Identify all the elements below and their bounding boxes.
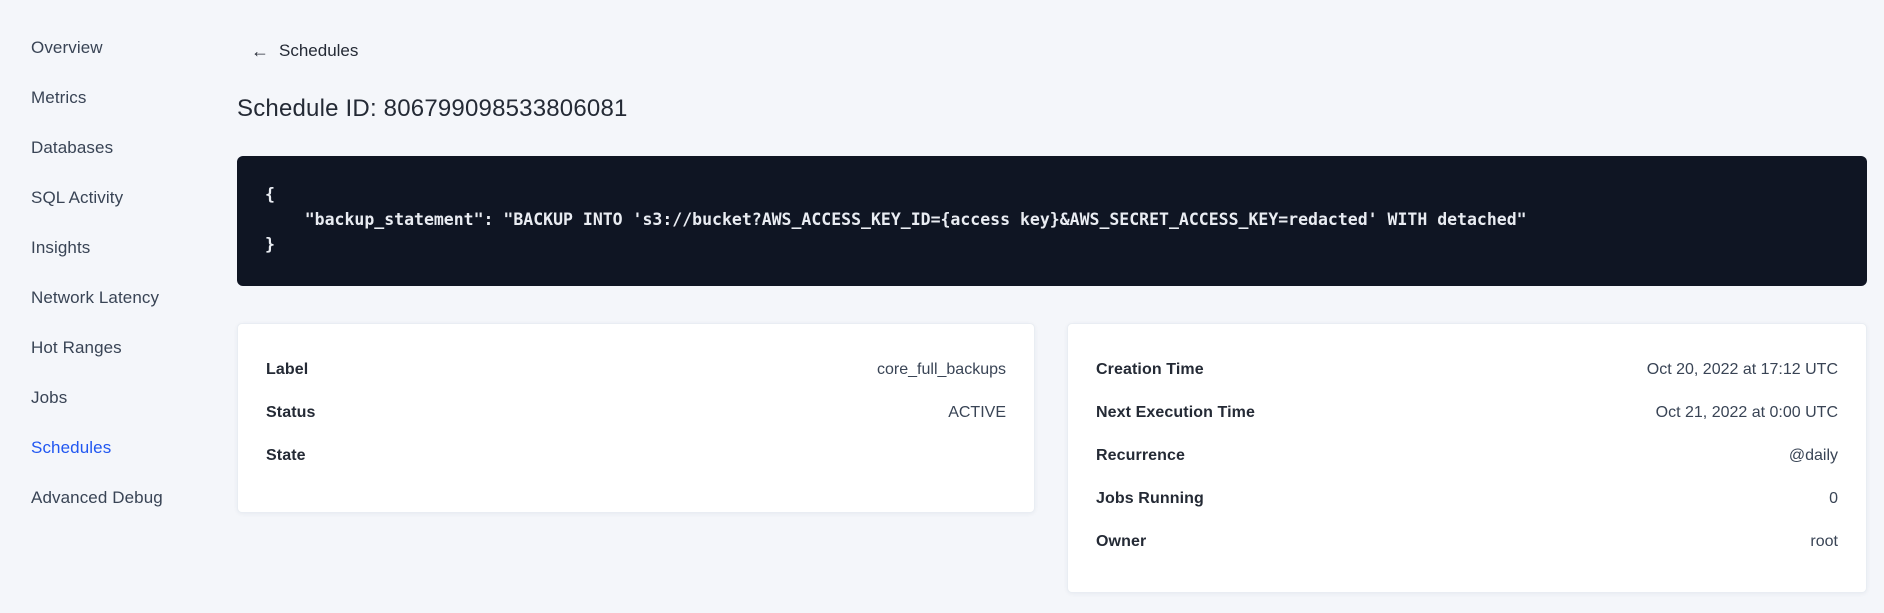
- row-value: Oct 20, 2022 at 17:12 UTC: [1646, 360, 1838, 378]
- back-arrow-icon: ←: [251, 41, 269, 61]
- sidebar-item-databases[interactable]: Databases: [31, 123, 237, 173]
- page-title: Schedule ID: 806799098533806081: [237, 95, 628, 122]
- back-link-label: Schedules: [279, 41, 359, 60]
- row-value: 0: [1829, 489, 1838, 507]
- row-label: Owner: [1096, 532, 1147, 550]
- code-line: "backup_statement": "BACKUP INTO 's3://b…: [265, 210, 1527, 229]
- sidebar-item-hot-ranges[interactable]: Hot Ranges: [31, 323, 237, 373]
- row-label: Recurrence: [1096, 446, 1186, 464]
- sidebar-item-jobs[interactable]: Jobs: [31, 373, 237, 423]
- row-label: Status: [266, 403, 316, 421]
- row-label: Next Execution Time: [1096, 403, 1255, 421]
- sidebar-nav: Overview Metrics Databases SQL Activity …: [0, 0, 237, 613]
- sidebar-item-insights[interactable]: Insights: [31, 223, 237, 273]
- code-line: {: [265, 185, 275, 204]
- sidebar-item-metrics[interactable]: Metrics: [31, 73, 237, 123]
- sidebar-item-overview[interactable]: Overview: [31, 23, 237, 73]
- row-label: State: [266, 446, 306, 464]
- row-value: Oct 21, 2022 at 0:00 UTC: [1655, 403, 1838, 421]
- schedule-timing-card: Creation Time Oct 20, 2022 at 17:12 UTC …: [1067, 323, 1867, 593]
- sidebar-item-advanced-debug[interactable]: Advanced Debug: [31, 473, 237, 523]
- row-label: Label: [266, 360, 309, 378]
- sidebar-item-sql-activity[interactable]: SQL Activity: [31, 173, 237, 223]
- sidebar-item-schedules[interactable]: Schedules: [31, 423, 237, 473]
- schedule-detail-page: Overview Metrics Databases SQL Activity …: [0, 0, 1884, 613]
- schedule-statement-code-block: { "backup_statement": "BACKUP INTO 's3:/…: [237, 156, 1867, 286]
- row-label: Jobs Running: [1096, 489, 1204, 507]
- row-value: core_full_backups: [877, 360, 1006, 378]
- row-value: ACTIVE: [948, 403, 1006, 421]
- cards-row: Label core_full_backups Status ACTIVE St…: [237, 323, 1867, 593]
- sidebar-item-network-latency[interactable]: Network Latency: [31, 273, 237, 323]
- detail-row-creation-time: Creation Time Oct 20, 2022 at 17:12 UTC: [1096, 348, 1838, 391]
- row-value: root: [1810, 532, 1838, 550]
- schedule-details-card: Label core_full_backups Status ACTIVE St…: [237, 323, 1035, 513]
- detail-row-jobs-running: Jobs Running 0: [1096, 477, 1838, 520]
- detail-row-state: State: [266, 434, 1006, 477]
- back-to-schedules-link[interactable]: ← Schedules: [251, 41, 358, 61]
- main-content: ← Schedules Schedule ID: 806799098533806…: [237, 0, 1884, 613]
- row-value: @daily: [1788, 446, 1838, 464]
- detail-row-owner: Owner root: [1096, 520, 1838, 563]
- code-line: }: [265, 235, 275, 254]
- detail-row-status: Status ACTIVE: [266, 391, 1006, 434]
- detail-row-label: Label core_full_backups: [266, 348, 1006, 391]
- detail-row-next-execution-time: Next Execution Time Oct 21, 2022 at 0:00…: [1096, 391, 1838, 434]
- detail-row-recurrence: Recurrence @daily: [1096, 434, 1838, 477]
- row-label: Creation Time: [1096, 360, 1204, 378]
